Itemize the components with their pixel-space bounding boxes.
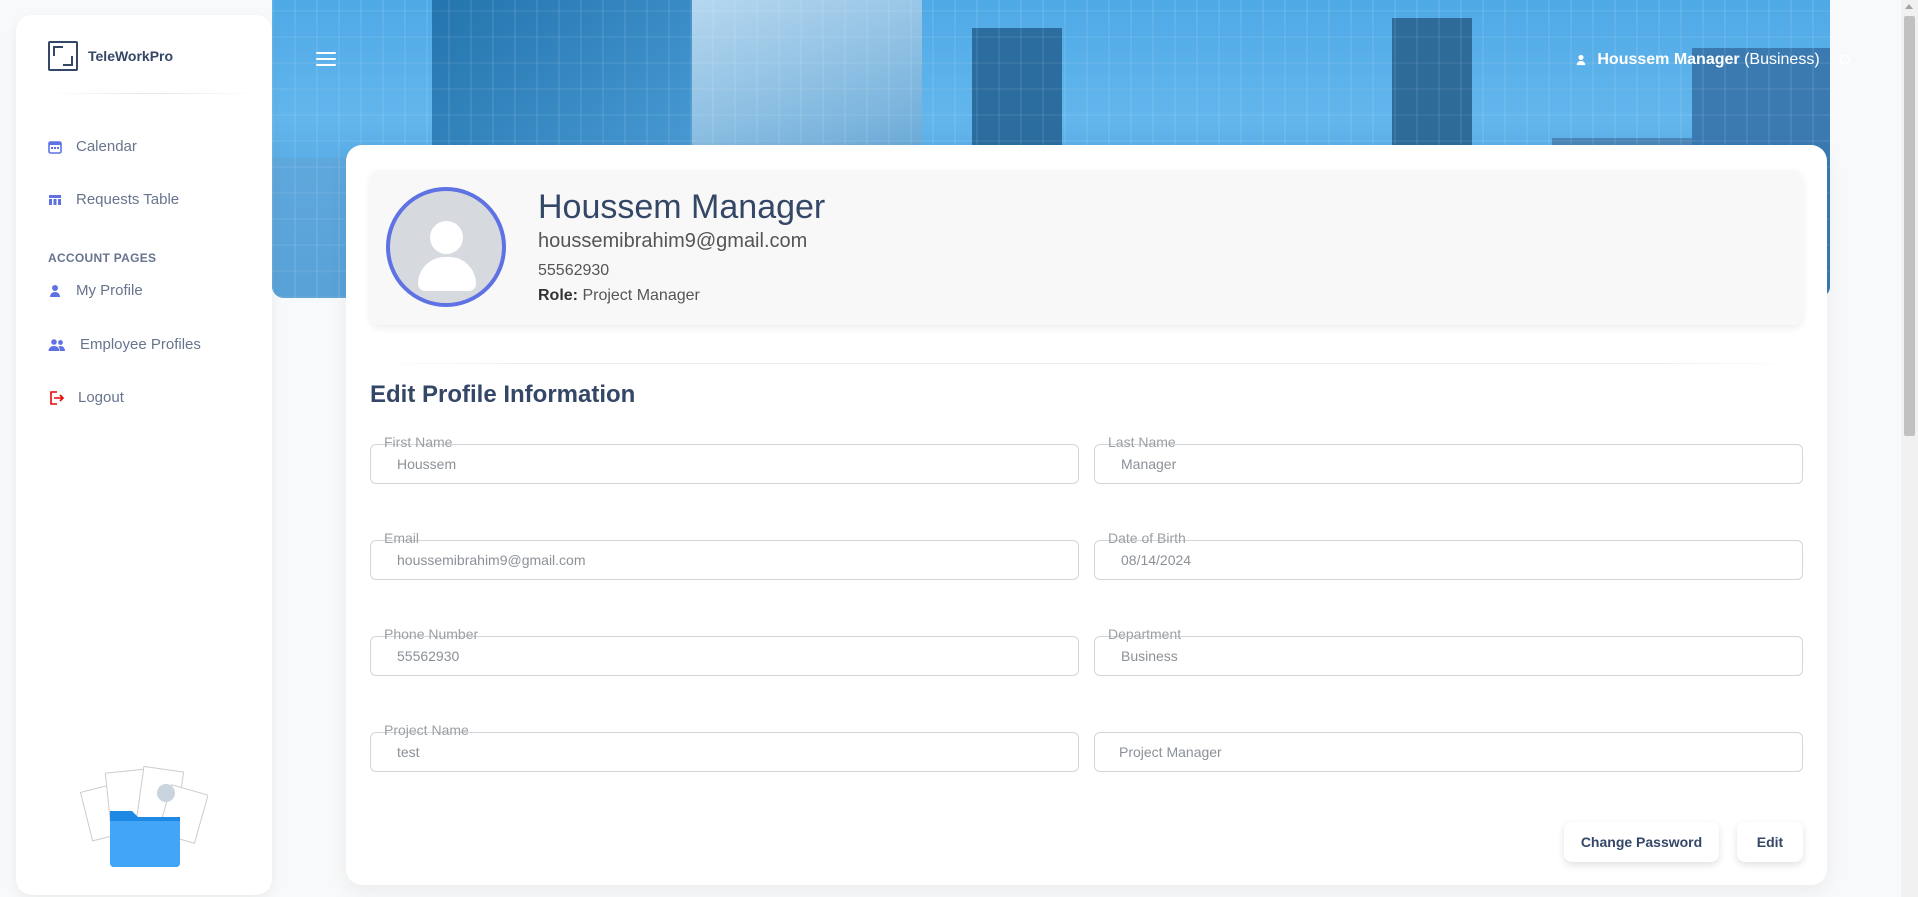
sidebar-item-calendar[interactable]: Calendar — [48, 138, 137, 155]
edit-button[interactable]: Edit — [1737, 822, 1803, 862]
profile-phone: 55562930 — [538, 262, 610, 279]
sidebar-item-employee-profiles[interactable]: Employee Profiles — [48, 336, 201, 353]
table-icon — [49, 194, 61, 205]
sidebar: TeleWorkPro Calendar Requests Table ACCO… — [16, 15, 272, 895]
logout-icon — [50, 390, 64, 405]
email-field[interactable]: Email houssemibrahim9@gmail.com — [370, 530, 1079, 580]
gear-icon[interactable]: ⚙ — [1838, 50, 1852, 70]
section-title: Edit Profile Information — [370, 381, 636, 408]
date-of-birth-field[interactable]: Date of Birth 08/14/2024 — [1094, 530, 1803, 580]
first-name-field[interactable]: First Name Houssem — [370, 434, 1079, 484]
profile-email: houssemibrahim9@gmail.com — [538, 230, 808, 252]
brand[interactable]: TeleWorkPro — [48, 41, 173, 71]
avatar — [386, 187, 506, 307]
sidebar-item-requests-table[interactable]: Requests Table — [48, 191, 179, 208]
field-label: Department — [1108, 626, 1182, 642]
sidebar-item-label: Employee Profiles — [80, 336, 201, 353]
page-scrollbar[interactable] — [1901, 0, 1918, 897]
app-logo-icon — [48, 41, 78, 71]
profile-role-value: Project Manager — [582, 287, 700, 304]
field-label: First Name — [384, 434, 453, 450]
header-user-name: Houssem Manager — [1597, 51, 1740, 68]
user-menu[interactable]: Houssem Manager (Business) ⚙ — [1575, 50, 1852, 70]
app-name: TeleWorkPro — [88, 48, 174, 64]
field-value: test — [397, 744, 420, 760]
scrollbar-thumb[interactable] — [1904, 16, 1915, 436]
field-value: 55562930 — [397, 648, 460, 664]
field-label: Email — [384, 530, 420, 546]
field-label: Phone Number — [384, 626, 479, 642]
role-field[interactable]: Project Manager — [1094, 732, 1803, 772]
user-icon — [50, 284, 60, 297]
phone-number-field[interactable]: Phone Number 55562930 — [370, 626, 1079, 676]
last-name-field[interactable]: Last Name Manager — [1094, 434, 1803, 484]
field-label: Last Name — [1108, 434, 1176, 450]
change-password-button[interactable]: Change Password — [1564, 822, 1719, 862]
field-value: houssemibrahim9@gmail.com — [397, 552, 586, 568]
profile-name: Houssem Manager — [538, 188, 826, 226]
profile-card: Houssem Manager houssemibrahim9@gmail.co… — [346, 145, 1827, 885]
sidebar-item-label: Requests Table — [76, 191, 180, 208]
profile-role: Role: Project Manager — [538, 287, 700, 305]
sidebar-item-my-profile[interactable]: My Profile — [48, 282, 143, 299]
field-value: Houssem — [397, 456, 457, 472]
sidebar-section-title: ACCOUNT PAGES — [48, 251, 157, 265]
user-icon — [1577, 54, 1586, 66]
users-icon — [48, 338, 65, 351]
field-value: Project Manager — [1119, 744, 1222, 760]
divider — [370, 363, 1803, 364]
scroll-up-icon[interactable] — [1905, 4, 1913, 9]
sidebar-item-logout[interactable]: Logout — [48, 389, 124, 406]
sidebar-item-label: Calendar — [76, 138, 137, 155]
department-field[interactable]: Department Business — [1094, 626, 1803, 676]
field-label: Project Name — [384, 722, 469, 738]
menu-toggle-icon[interactable] — [316, 52, 336, 66]
field-value: 08/14/2024 — [1121, 552, 1192, 568]
sidebar-item-label: Logout — [78, 389, 124, 406]
header-user-dept: (Business) — [1744, 51, 1820, 68]
field-label: Date of Birth — [1108, 530, 1186, 546]
project-name-field[interactable]: Project Name test — [370, 722, 1079, 772]
calendar-icon — [48, 140, 62, 154]
profile-summary: Houssem Manager houssemibrahim9@gmail.co… — [370, 170, 1803, 325]
profile-role-label: Role: — [538, 287, 578, 304]
field-value: Business — [1121, 648, 1178, 664]
field-value: Manager — [1121, 456, 1177, 472]
sidebar-divider — [48, 93, 256, 94]
documents-folder-illustration — [80, 765, 208, 867]
sidebar-item-label: My Profile — [76, 282, 143, 299]
